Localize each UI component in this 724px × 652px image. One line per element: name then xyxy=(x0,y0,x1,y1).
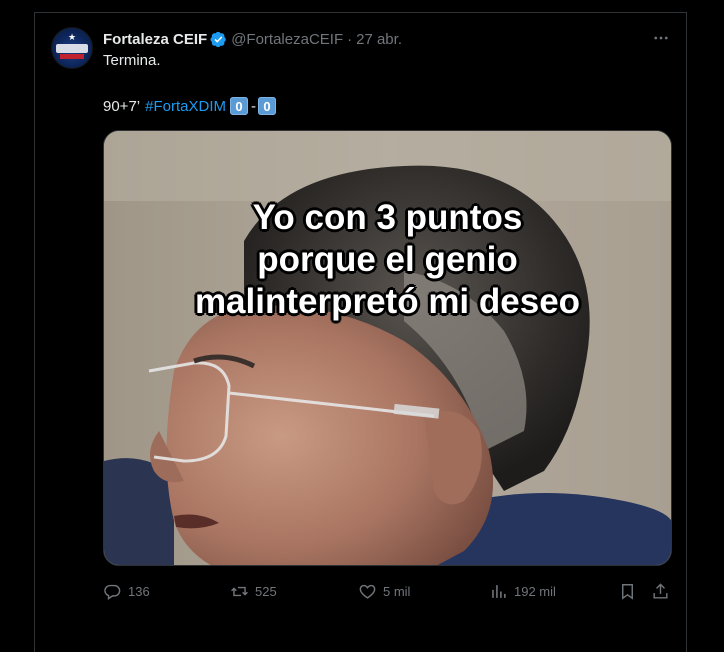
verified-icon xyxy=(210,31,226,47)
bookmark-button[interactable] xyxy=(618,580,637,602)
tweet-media-image[interactable]: Yo con 3 puntos porque el genio malinter… xyxy=(103,130,672,566)
hashtag-link[interactable]: #FortaXDIM xyxy=(145,98,226,115)
retweet-icon xyxy=(231,586,248,596)
caption-line: Yo con 3 puntos xyxy=(252,198,523,237)
retweet-button[interactable]: 525 xyxy=(230,580,277,602)
display-name[interactable]: Fortaleza CEIF xyxy=(103,31,207,48)
share-button[interactable] xyxy=(651,580,670,602)
avatar[interactable]: ★ xyxy=(52,28,92,68)
views-count: 192 mil xyxy=(514,583,556,599)
tweet-text-line1: Termina. xyxy=(103,52,161,69)
tweet-text-line2: 90+7’ #FortaXDIM 0 - 0 xyxy=(103,97,276,115)
like-count: 5 mil xyxy=(383,583,411,599)
user-handle[interactable]: @FortalezaCEIF xyxy=(231,31,343,48)
share-icon xyxy=(653,582,668,599)
retweet-count: 525 xyxy=(255,583,277,599)
reply-icon xyxy=(104,584,121,600)
separator-dot: · xyxy=(347,30,353,48)
analytics-icon xyxy=(492,584,506,598)
heart-icon xyxy=(359,584,376,599)
star-icon: ★ xyxy=(68,32,77,42)
like-button[interactable]: 5 mil xyxy=(358,580,410,602)
caption-line: porque el genio xyxy=(257,240,518,279)
meme-caption: Yo con 3 puntos porque el genio malinter… xyxy=(104,197,671,323)
more-horizontal-icon xyxy=(654,36,668,40)
score-away-keycap: 0 xyxy=(257,97,276,115)
tweet-date[interactable]: 27 abr. xyxy=(356,31,402,48)
tweet-actions-bar: 136 525 5 mil 192 mil xyxy=(103,580,672,602)
reply-count: 136 xyxy=(128,583,150,599)
bookmark-icon xyxy=(622,583,633,600)
views-button[interactable]: 192 mil xyxy=(489,580,556,602)
match-time: 90+7’ xyxy=(103,97,141,115)
reply-button[interactable]: 136 xyxy=(103,580,150,602)
caption-line: malinterpretó mi deseo xyxy=(194,282,581,321)
tweet-header: Fortaleza CEIF @FortalezaCEIF · 27 abr. xyxy=(103,29,402,49)
more-options-button[interactable] xyxy=(650,28,672,48)
score-home-keycap: 0 xyxy=(229,97,248,115)
score-dash: - xyxy=(250,97,256,115)
